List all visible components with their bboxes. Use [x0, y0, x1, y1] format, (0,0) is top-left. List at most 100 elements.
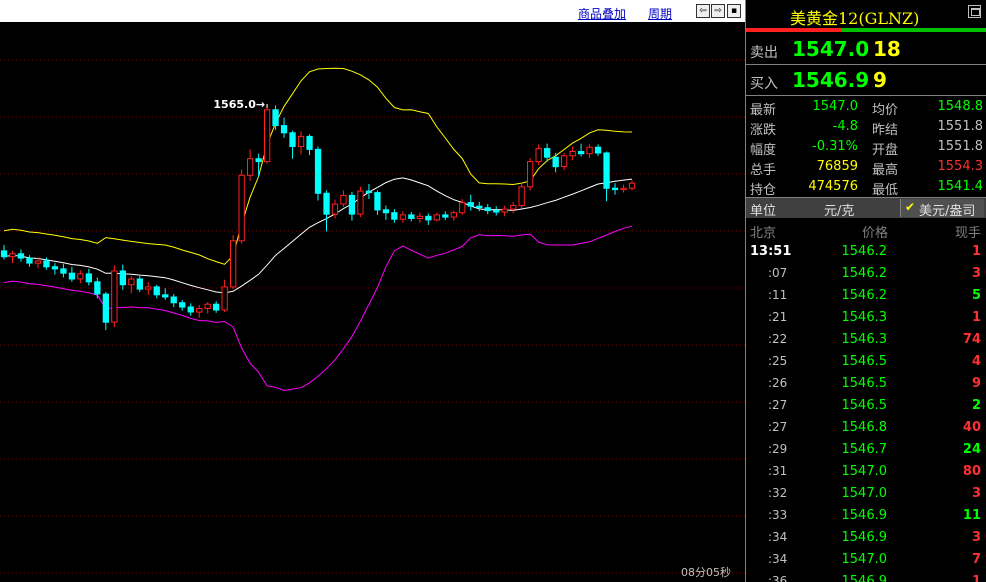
period-link[interactable]: 周期 [648, 5, 672, 22]
stat-value: 1551.8 [937, 139, 984, 154]
tick-price: 1546.3 [841, 310, 888, 325]
tick-volume: 3 [971, 486, 981, 501]
tick-row[interactable]: :27 1546.5 2 [746, 395, 986, 417]
stat-label: 持仓 [750, 183, 777, 198]
symbol-title: 美黄金12(GLNZ) [790, 9, 920, 28]
candle-up [111, 270, 118, 323]
tick-volume: 80 [962, 464, 981, 479]
candle-up [9, 253, 16, 258]
tick-row[interactable]: :36 1546.9 1 [746, 571, 986, 582]
tick-row[interactable]: :27 1546.8 40 [746, 417, 986, 439]
tick-header-time: 北京 [750, 226, 777, 241]
candle-up [196, 308, 203, 313]
tick-price: 1546.7 [841, 442, 888, 457]
sell-quote-row: 卖出 1547.0 18 [746, 34, 986, 65]
tick-row[interactable]: :33 1546.9 11 [746, 505, 986, 527]
candle-up [34, 260, 42, 264]
unit-toggle-label: 美元/盎司 [919, 204, 976, 219]
unit-value[interactable]: 元/克 [824, 200, 854, 219]
tick-row[interactable]: :34 1546.9 3 [746, 527, 986, 549]
tick-header-price: 价格 [861, 226, 888, 241]
tick-row[interactable]: :34 1547.0 7 [746, 549, 986, 571]
stat-label: 昨结 [872, 123, 899, 138]
stat-label: 开盘 [872, 143, 899, 158]
candle-down [442, 214, 449, 218]
candle-down [391, 212, 398, 220]
tick-row[interactable]: :25 1546.5 4 [746, 351, 986, 373]
candle-up [77, 273, 84, 280]
candle-up [569, 151, 576, 157]
tick-list[interactable]: 13:51 1546.2 1:07 1546.2 3:11 1546.2 5:21 1546.… [746, 241, 986, 582]
stat-row: 幅度 -0.31% 开盘 1551.8 [746, 137, 986, 158]
candle-down [51, 266, 59, 270]
tick-row[interactable]: :29 1546.7 24 [746, 439, 986, 461]
stat-value: 1541.4 [937, 179, 984, 194]
stat-label: 涨跌 [750, 123, 777, 138]
stat-value: 1547.0 [812, 99, 859, 114]
tick-row[interactable]: :07 1546.2 3 [746, 263, 986, 285]
tick-price: 1547.0 [841, 486, 888, 501]
tick-volume: 1 [971, 310, 981, 325]
tick-volume: 74 [962, 332, 981, 347]
tick-time: :07 [768, 266, 788, 280]
candle-down [289, 132, 296, 148]
restore-window-icon[interactable] [968, 5, 981, 18]
tick-list-header: 北京 价格 现手 [746, 219, 986, 241]
candle-down [348, 194, 356, 215]
candle-up [340, 194, 347, 205]
scroll-right-button[interactable]: ⇨ [711, 4, 725, 18]
candlestick-chart[interactable]: 1565.0→ [0, 22, 745, 582]
tick-price: 1546.2 [841, 266, 888, 281]
scroll-left-button[interactable]: ⇦ [696, 4, 710, 18]
tick-price: 1546.2 [841, 244, 888, 259]
candle-up [459, 202, 466, 214]
lower-band-line [3, 225, 633, 392]
candle-down [170, 296, 177, 304]
candle-down [594, 146, 602, 154]
kline-chart-area[interactable]: 商品叠加 周期 ⇦ ⇨ ▪ 1565.0→ 08分05秒 [0, 0, 745, 582]
candle-up [204, 303, 211, 310]
candle-down [306, 135, 313, 150]
tick-row[interactable]: :26 1546.5 9 [746, 373, 986, 395]
candle-down [493, 210, 500, 213]
stat-value: -0.31% [812, 139, 858, 154]
tick-row[interactable]: :32 1547.0 3 [746, 483, 986, 505]
candle-down [119, 270, 126, 286]
candle-down [153, 286, 160, 296]
candle-down [213, 303, 220, 311]
unit-toggle[interactable]: ✔ 美元/盎司 [900, 199, 984, 219]
candle-up [264, 109, 271, 163]
tick-time: :31 [768, 464, 788, 478]
tick-price: 1546.5 [841, 398, 888, 413]
tick-volume: 2 [971, 398, 981, 413]
candle-down [255, 158, 262, 163]
tick-row[interactable]: 13:51 1546.2 1 [746, 241, 986, 263]
candle-down [425, 215, 432, 221]
tick-time: :27 [768, 420, 788, 434]
candle-down [187, 306, 194, 313]
candle-down [611, 187, 619, 191]
tick-volume: 5 [971, 288, 981, 303]
stat-label: 总手 [750, 163, 777, 178]
symbol-title-bar: 美黄金12(GLNZ) [746, 0, 986, 28]
overlay-commodity-link[interactable]: 商品叠加 [578, 5, 626, 22]
tick-price: 1546.9 [841, 574, 888, 582]
candle-down [162, 294, 169, 298]
candle-down [374, 192, 381, 211]
tick-row[interactable]: :31 1547.0 80 [746, 461, 986, 483]
high-annotation: 1565.0→ [213, 98, 265, 111]
candle-up [586, 146, 593, 155]
chart-menu-button[interactable]: ▪ [727, 4, 741, 18]
candle-down [179, 302, 186, 308]
candle-down [272, 109, 279, 127]
stat-value: -4.8 [832, 119, 858, 134]
tick-price: 1546.2 [841, 288, 888, 303]
tick-time: :22 [768, 332, 788, 346]
tick-row[interactable]: :21 1546.3 1 [746, 307, 986, 329]
candle-up [501, 208, 508, 213]
candle-up [628, 182, 636, 189]
tick-row[interactable]: :11 1546.2 5 [746, 285, 986, 307]
countdown-timer: 08分05秒 [681, 566, 731, 579]
tick-row[interactable]: :22 1546.3 74 [746, 329, 986, 351]
candle-up [510, 205, 517, 210]
